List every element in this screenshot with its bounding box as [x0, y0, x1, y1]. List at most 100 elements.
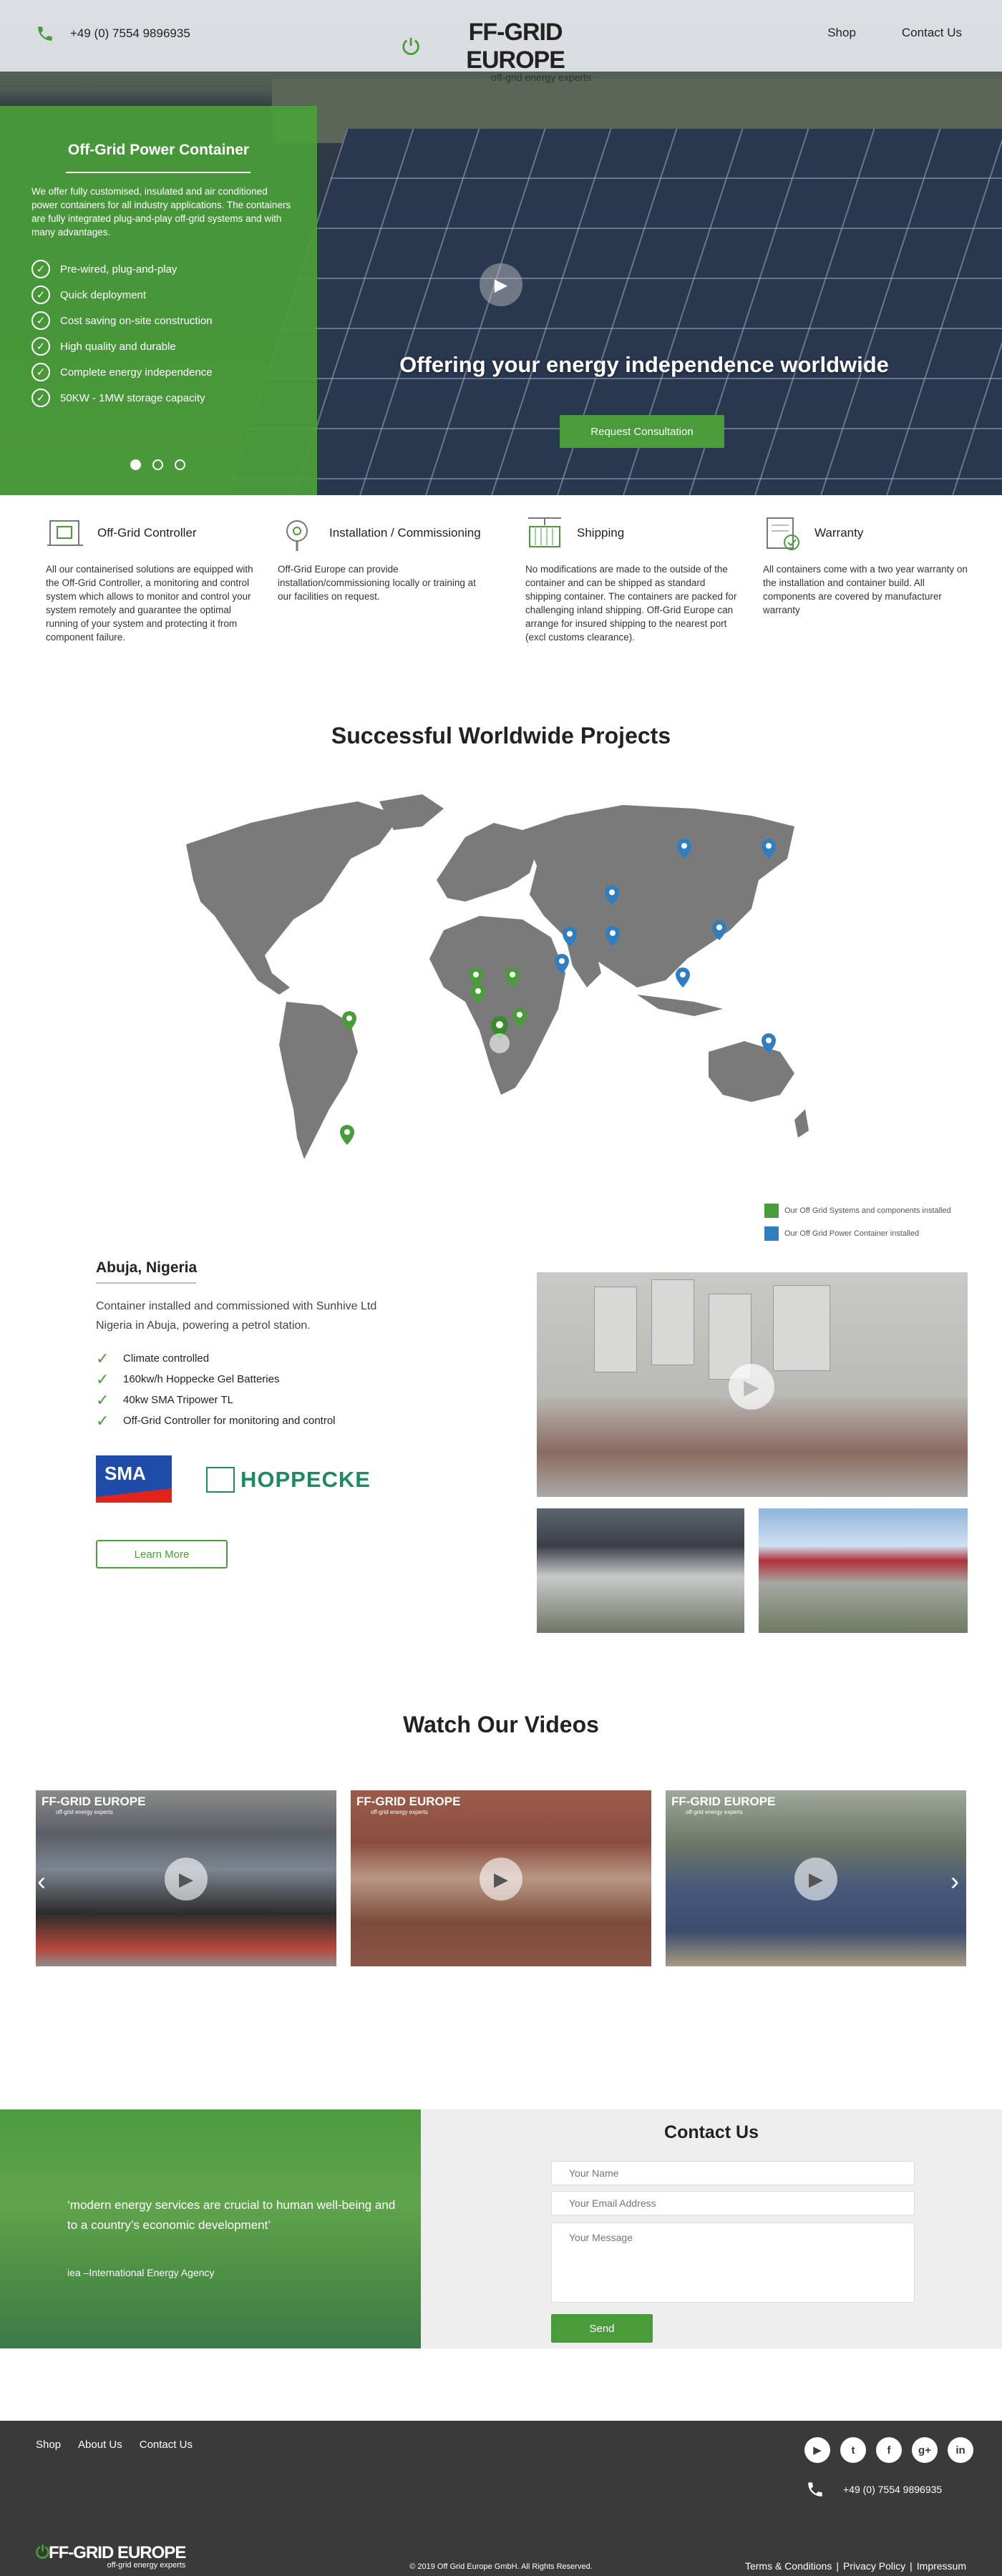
- slider-dot[interactable]: [130, 459, 141, 470]
- footer-phone[interactable]: +49 (0) 7554 9896935: [806, 2480, 942, 2499]
- feature-off-grid-controller: Off-Grid Controller All our containerise…: [46, 512, 261, 644]
- map-legend: Our Off Grid Systems and components inst…: [764, 1199, 951, 1245]
- send-button[interactable]: Send: [551, 2314, 653, 2343]
- sma-logo: SMA: [96, 1455, 172, 1503]
- footer-logo-wordmark: ⏻FF-GRID EUROPE: [36, 2543, 186, 2562]
- footer-link-shop[interactable]: Shop: [36, 2439, 61, 2451]
- nav-contact-us[interactable]: Contact Us: [902, 26, 962, 40]
- feature-installation: Installation / Commissioning Off-Grid Eu…: [278, 512, 492, 603]
- feature-text: All containers come with a two year warr…: [763, 564, 968, 615]
- controller-icon: [47, 520, 83, 546]
- hero-feature-list: ✓ Pre-wired, plug-and-play ✓ Quick deploym…: [31, 256, 213, 411]
- phone-icon: [38, 26, 52, 41]
- footer-link-about[interactable]: About Us: [78, 2439, 122, 2451]
- video-logo: FF-GRID EUROPE off-grid energy experts: [356, 1795, 461, 1815]
- impressum-link[interactable]: Impressum: [917, 2560, 966, 2572]
- learn-more-button[interactable]: Learn More: [96, 1540, 228, 1568]
- video-logo: FF-GRID EUROPE off-grid energy experts: [42, 1795, 146, 1815]
- power-icon: [402, 37, 419, 55]
- video-play-icon[interactable]: ▶: [480, 1858, 522, 1901]
- video-play-icon[interactable]: ▶: [794, 1858, 837, 1901]
- phone-icon: [808, 2482, 822, 2497]
- privacy-link[interactable]: Privacy Policy: [843, 2560, 905, 2572]
- name-input[interactable]: [551, 2161, 915, 2185]
- youtube-icon[interactable]: ▶: [804, 2437, 830, 2463]
- message-input[interactable]: [551, 2223, 915, 2303]
- project-location-title: Abuja, Nigeria: [96, 1259, 198, 1276]
- check-circle-icon: ✓: [31, 337, 50, 356]
- check-circle-icon: ✓: [31, 260, 50, 278]
- feature-title: Warranty: [814, 526, 864, 540]
- hoppecke-logo: HOPPECKE: [206, 1465, 388, 1494]
- site-logo[interactable]: FF-GRID EUROPE off-grid energy experts: [401, 19, 608, 83]
- request-consultation-button[interactable]: Request Consultation: [560, 415, 724, 448]
- video-card[interactable]: FF-GRID EUROPE off-grid energy experts ▶: [666, 1790, 966, 1966]
- project-video-play-icon[interactable]: ▶: [729, 1364, 774, 1410]
- legal-links: Terms & Conditions | Privacy Policy | Impr…: [744, 2560, 966, 2572]
- list-item: ✓ High quality and durable: [31, 333, 213, 359]
- slider-dots: [130, 459, 185, 470]
- feature-text: No modifications are made to the outside…: [525, 564, 737, 643]
- feature-text: Off-Grid Europe can provide installation…: [278, 564, 476, 602]
- legend-swatch-blue: [764, 1226, 779, 1241]
- checkmark-icon: ✓: [96, 1349, 110, 1367]
- list-item: ✓ Complete energy independence: [31, 359, 213, 385]
- list-item: ✓ 40kw SMA Tripower TL: [96, 1390, 233, 1409]
- quote-text: ‘modern energy services are crucial to h…: [67, 2198, 396, 2232]
- list-item: ✓ Cost saving on-site construction: [31, 308, 213, 333]
- footer-nav: Shop About Us Contact Us: [36, 2439, 193, 2451]
- contact-title: Contact Us: [664, 2122, 759, 2142]
- footer-link-contact[interactable]: Contact Us: [140, 2439, 193, 2451]
- project-photo-canopy[interactable]: [537, 1508, 744, 1633]
- check-circle-icon: ✓: [31, 389, 50, 407]
- legend-item: Our Off Grid Systems and components inst…: [764, 1199, 951, 1222]
- social-links: ▶ t f g+ in: [804, 2437, 973, 2463]
- video-play-icon[interactable]: ▶: [165, 1858, 208, 1901]
- project-photo-petrol-station[interactable]: [759, 1508, 968, 1633]
- twitter-icon[interactable]: t: [840, 2437, 866, 2463]
- list-item: ✓ Climate controlled: [96, 1349, 210, 1367]
- list-item: ✓ 50KW - 1MW storage capacity: [31, 385, 213, 411]
- video-logo: FF-GRID EUROPE off-grid energy experts: [671, 1795, 776, 1815]
- email-input[interactable]: [551, 2191, 915, 2215]
- warranty-icon: [767, 517, 799, 550]
- videos-title: Watch Our Videos: [403, 1712, 599, 1737]
- map-pin-blue[interactable]: [676, 967, 690, 987]
- carousel-next-icon[interactable]: ›: [950, 1866, 959, 1896]
- carousel-prev-icon[interactable]: ‹: [37, 1866, 46, 1896]
- world-map-continents: [186, 794, 809, 1159]
- shipping-icon: [528, 517, 561, 547]
- checkmark-icon: ✓: [96, 1411, 110, 1430]
- nav-shop[interactable]: Shop: [827, 26, 856, 40]
- map-pin-green[interactable]: [340, 1125, 354, 1145]
- header-phone-number: +49 (0) 7554 9896935: [70, 26, 190, 40]
- header-phone[interactable]: +49 (0) 7554 9896935: [36, 24, 190, 43]
- checkmark-icon: ✓: [96, 1370, 110, 1388]
- hero-play-icon[interactable]: ▶: [480, 263, 522, 306]
- legend-item: Our Off Grid Power Container installed: [764, 1222, 951, 1245]
- video-card[interactable]: FF-GRID EUROPE off-grid energy experts ▶: [36, 1790, 336, 1966]
- googleplus-icon[interactable]: g+: [912, 2437, 938, 2463]
- list-item: ✓ Pre-wired, plug-and-play: [31, 256, 213, 282]
- slider-dot[interactable]: [175, 459, 185, 470]
- legend-swatch-green: [764, 1204, 779, 1218]
- feature-warranty: Warranty All containers come with a two …: [763, 512, 978, 617]
- facebook-icon[interactable]: f: [876, 2437, 902, 2463]
- hero-info-box: Off-Grid Power Container We offer fully …: [0, 106, 317, 495]
- list-item: ✓ Quick deployment: [31, 282, 213, 308]
- feature-title: Shipping: [577, 526, 625, 540]
- video-card[interactable]: FF-GRID EUROPE off-grid energy experts ▶: [351, 1790, 651, 1966]
- linkedin-icon[interactable]: in: [948, 2437, 973, 2463]
- list-item: ✓ Off-Grid Controller for monitoring and …: [96, 1411, 336, 1430]
- feature-text: All our containerised solutions are equi…: [46, 564, 253, 643]
- slider-dot[interactable]: [152, 459, 163, 470]
- world-map: [186, 794, 809, 1159]
- terms-link[interactable]: Terms & Conditions: [745, 2560, 832, 2572]
- projects-title: Successful Worldwide Projects: [331, 723, 671, 748]
- project-specs-list: ✓ Climate controlled ✓ 160kw/h Hoppecke Ge…: [96, 1348, 336, 1431]
- hoppecke-mark-icon: [206, 1467, 235, 1493]
- hero-box-description: We offer fully customised, insulated and…: [31, 186, 291, 238]
- list-item: ✓ 160kw/h Hoppecke Gel Batteries: [96, 1370, 280, 1388]
- check-circle-icon: ✓: [31, 363, 50, 381]
- quote-panel: ‘modern energy services are crucial to h…: [0, 2109, 421, 2348]
